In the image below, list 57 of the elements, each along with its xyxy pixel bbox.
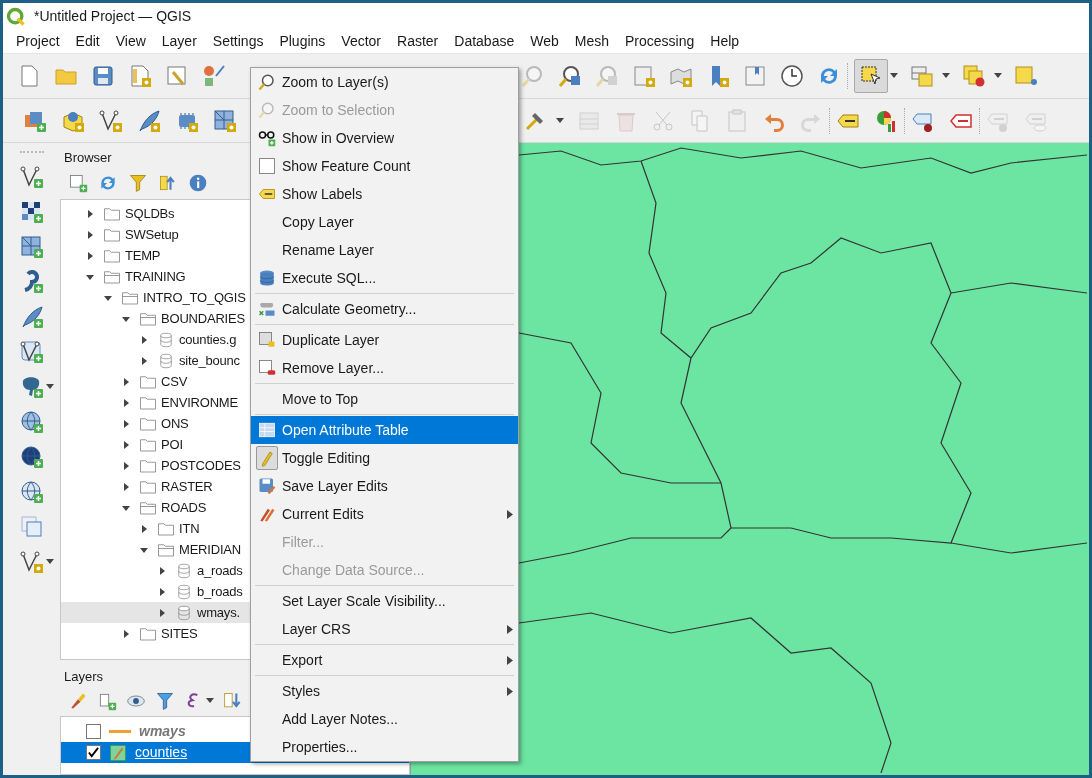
menu-item[interactable]: Web xyxy=(522,31,567,52)
panel-title: Layers xyxy=(64,667,104,686)
tree-label: SITES xyxy=(161,624,198,643)
menu-item[interactable]: Duplicate Layer xyxy=(251,326,518,354)
tree-label: ONS xyxy=(161,414,189,433)
menu-item[interactable]: Project xyxy=(8,31,68,52)
menu-item[interactable]: Show Labels xyxy=(251,180,518,208)
tree-label: site_bounc xyxy=(179,351,240,370)
tree-label: ITN xyxy=(179,519,200,538)
menu-item[interactable]: Plugins xyxy=(271,31,334,52)
menu-item[interactable]: Show in Overview xyxy=(251,124,518,152)
menu-item[interactable]: Save Layer Edits xyxy=(251,472,518,500)
menu-item[interactable]: Zoom to Layer(s) xyxy=(251,68,518,96)
window-title: *Untitled Project — QGIS xyxy=(34,7,192,26)
tree-label: counties.g xyxy=(179,330,237,349)
menu-item[interactable]: Raster xyxy=(389,31,447,52)
menu-item[interactable]: Processing xyxy=(617,31,703,52)
layer-name: counties xyxy=(135,743,188,762)
menu-item[interactable]: Rename Layer xyxy=(251,236,518,264)
menu-item[interactable]: Current Edits xyxy=(251,500,518,528)
tree-label: SWSetup xyxy=(125,225,179,244)
tree-label: POSTCODES xyxy=(161,456,241,475)
menu-item[interactable]: Export xyxy=(251,646,518,674)
tree-label: b_roads xyxy=(197,582,243,601)
menu-item[interactable]: Open Attribute Table xyxy=(251,416,518,444)
tree-label: TRAINING xyxy=(125,267,186,286)
menu-item[interactable]: View xyxy=(107,31,154,52)
tree-label: RASTER xyxy=(161,477,213,496)
tree-label: POI xyxy=(161,435,183,454)
menu-item[interactable]: Calculate Geometry... xyxy=(251,295,518,323)
menu-item[interactable]: Add Layer Notes... xyxy=(251,705,518,733)
tree-label: BOUNDARIES xyxy=(161,309,245,328)
menu-item[interactable]: Styles xyxy=(251,677,518,705)
tree-label: a_roads xyxy=(197,561,243,580)
panel-title: Browser xyxy=(64,148,112,167)
tree-label: ROADS xyxy=(161,498,207,517)
menu-item[interactable]: Move to Top xyxy=(251,385,518,413)
tree-label: SQLDBs xyxy=(125,204,175,223)
tree-label: wmays. xyxy=(197,603,240,622)
layer-name: wmays xyxy=(139,722,186,741)
tree-label: INTRO_TO_QGIS xyxy=(143,288,246,307)
menu-item[interactable]: Mesh xyxy=(566,31,617,52)
tree-label: MERIDIAN xyxy=(179,540,241,559)
menu-item[interactable]: Layer xyxy=(153,31,205,52)
menu-item[interactable]: Copy Layer xyxy=(251,208,518,236)
menu-item[interactable]: Show Feature Count xyxy=(251,152,518,180)
tree-label: CSV xyxy=(161,372,188,391)
menu-item[interactable]: Help xyxy=(702,31,748,52)
menu-item[interactable]: Settings xyxy=(204,31,272,52)
tree-label: ENVIRONME xyxy=(161,393,238,412)
menu-item[interactable]: Vector xyxy=(333,31,390,52)
menu-item[interactable]: Toggle Editing xyxy=(251,444,518,472)
menu-item[interactable]: Execute SQL... xyxy=(251,264,518,292)
menu-item[interactable]: Remove Layer... xyxy=(251,354,518,382)
menu-item[interactable]: Database xyxy=(446,31,523,52)
menu-item[interactable]: Edit xyxy=(67,31,108,52)
tree-label: TEMP xyxy=(125,246,161,265)
